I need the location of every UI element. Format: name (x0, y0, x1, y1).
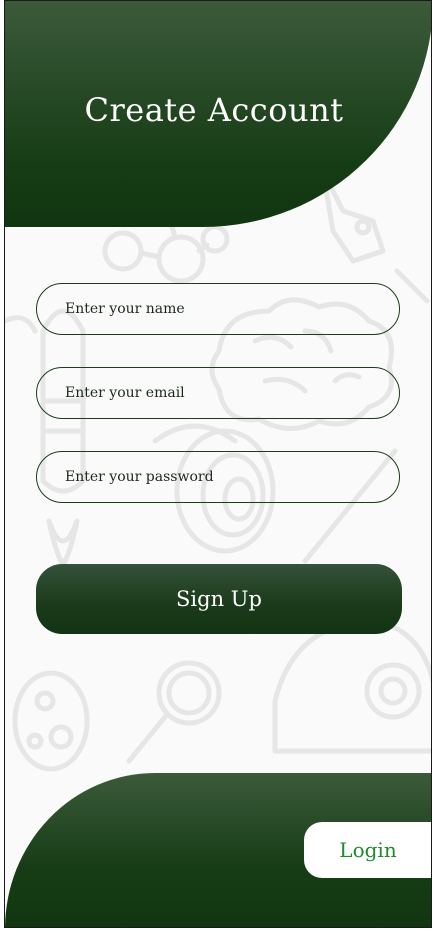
login-button[interactable]: Login (304, 822, 431, 878)
page-title: Create Account (84, 91, 344, 129)
email-input[interactable] (36, 367, 400, 419)
name-input[interactable] (36, 283, 400, 335)
password-input[interactable] (36, 451, 400, 503)
signup-screen: Create Account Sign Up Login (4, 0, 432, 928)
sign-up-button[interactable]: Sign Up (36, 564, 402, 634)
